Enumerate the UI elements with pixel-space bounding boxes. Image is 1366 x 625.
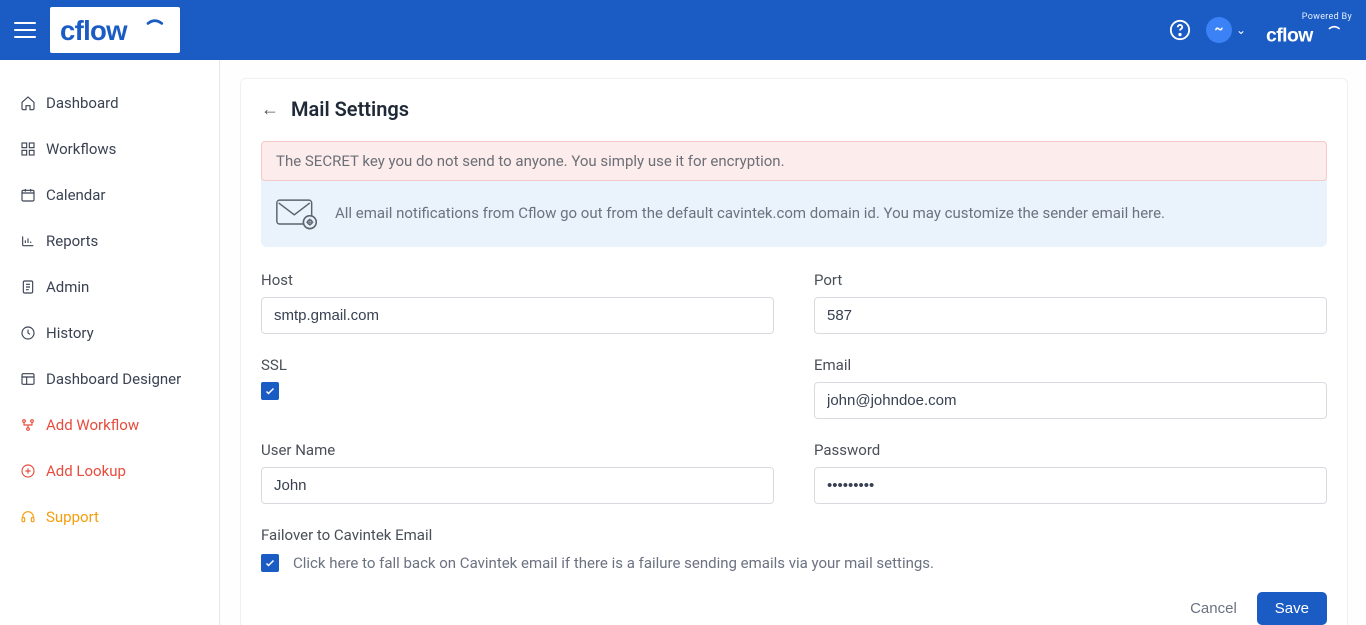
secret-key-alert: The SECRET key you do not send to anyone…: [261, 141, 1327, 181]
email-input[interactable]: [814, 382, 1327, 419]
sidebar: Dashboard Workflows Calendar Reports Adm…: [0, 60, 220, 625]
svg-text:cflow: cflow: [1266, 24, 1314, 46]
failover-label: Failover to Cavintek Email: [261, 526, 1327, 544]
sidebar-item-workflows[interactable]: Workflows: [0, 126, 219, 172]
password-input[interactable]: [814, 467, 1327, 504]
chat-icon: ~: [1206, 17, 1232, 43]
settings-form: Host Port SSL Email: [241, 247, 1347, 578]
sidebar-label: Add Lookup: [46, 462, 126, 480]
sidebar-label: Add Workflow: [46, 416, 139, 434]
page-title: Mail Settings: [291, 97, 409, 121]
clock-icon: [20, 325, 36, 341]
mail-settings-icon: [275, 195, 319, 231]
back-arrow-icon[interactable]: ←: [261, 99, 279, 120]
cancel-button[interactable]: Cancel: [1186, 592, 1241, 625]
port-label: Port: [814, 271, 1327, 289]
sidebar-item-add-lookup[interactable]: Add Lookup: [0, 448, 219, 494]
chart-icon: [20, 233, 36, 249]
failover-help-text: Click here to fall back on Cavintek emai…: [293, 554, 934, 572]
port-input[interactable]: [814, 297, 1327, 334]
sidebar-item-support[interactable]: Support: [0, 494, 219, 540]
header-right: ~ ⌄ Powered By cflow: [1168, 12, 1352, 48]
sidebar-item-add-workflow[interactable]: Add Workflow: [0, 402, 219, 448]
sidebar-label: Dashboard: [46, 94, 119, 112]
username-field: User Name: [261, 441, 774, 504]
sidebar-item-reports[interactable]: Reports: [0, 218, 219, 264]
chevron-down-icon: ⌄: [1236, 23, 1246, 37]
password-label: Password: [814, 441, 1327, 459]
sidebar-label: Calendar: [46, 186, 106, 204]
app-header: cflow ~ ⌄ Powered By cflow: [0, 0, 1366, 60]
email-field: Email: [814, 356, 1327, 419]
host-label: Host: [261, 271, 774, 289]
port-field: Port: [814, 271, 1327, 334]
svg-text:cflow: cflow: [60, 15, 128, 46]
flow-icon: [20, 417, 36, 433]
grid-icon: [20, 141, 36, 157]
layout-icon: [20, 371, 36, 387]
ssl-checkbox[interactable]: [261, 382, 279, 400]
sidebar-item-dashboard[interactable]: Dashboard: [0, 80, 219, 126]
password-field: Password: [814, 441, 1327, 504]
settings-card: ← Mail Settings The SECRET key you do no…: [240, 78, 1348, 625]
card-header: ← Mail Settings: [241, 79, 1347, 135]
headset-icon: [20, 509, 36, 525]
mail-info-row: All email notifications from Cflow go ou…: [261, 181, 1327, 231]
failover-field: Failover to Cavintek Email Click here to…: [261, 526, 1327, 572]
chat-menu[interactable]: ~ ⌄: [1206, 17, 1246, 43]
host-input[interactable]: [261, 297, 774, 334]
plus-circle-icon: [20, 463, 36, 479]
main-content: ← Mail Settings The SECRET key you do no…: [220, 60, 1366, 625]
failover-checkbox[interactable]: [261, 554, 279, 572]
menu-toggle-icon[interactable]: [14, 22, 36, 38]
ssl-label: SSL: [261, 356, 774, 374]
sidebar-item-history[interactable]: History: [0, 310, 219, 356]
sidebar-label: Support: [46, 508, 99, 526]
save-button[interactable]: Save: [1257, 592, 1327, 625]
form-actions: Cancel Save: [241, 578, 1347, 625]
info-panel: The SECRET key you do not send to anyone…: [261, 141, 1327, 247]
header-left: cflow: [14, 7, 180, 53]
sidebar-label: Workflows: [46, 140, 116, 158]
calendar-icon: [20, 187, 36, 203]
doc-icon: [20, 279, 36, 295]
powered-by: Powered By cflow: [1266, 12, 1352, 48]
sidebar-label: History: [46, 324, 94, 342]
sidebar-item-admin[interactable]: Admin: [0, 264, 219, 310]
layout: Dashboard Workflows Calendar Reports Adm…: [0, 60, 1366, 625]
username-label: User Name: [261, 441, 774, 459]
sidebar-item-calendar[interactable]: Calendar: [0, 172, 219, 218]
brand-logo[interactable]: cflow: [50, 7, 180, 53]
mail-info-text: All email notifications from Cflow go ou…: [335, 204, 1165, 222]
powered-by-label: Powered By: [1302, 12, 1352, 22]
host-field: Host: [261, 271, 774, 334]
sidebar-label: Reports: [46, 232, 98, 250]
ssl-field: SSL: [261, 356, 774, 419]
sidebar-label: Admin: [46, 278, 89, 296]
home-icon: [20, 95, 36, 111]
sidebar-item-dashboard-designer[interactable]: Dashboard Designer: [0, 356, 219, 402]
username-input[interactable]: [261, 467, 774, 504]
sidebar-label: Dashboard Designer: [46, 370, 181, 388]
help-icon[interactable]: [1168, 18, 1192, 42]
email-label: Email: [814, 356, 1327, 374]
